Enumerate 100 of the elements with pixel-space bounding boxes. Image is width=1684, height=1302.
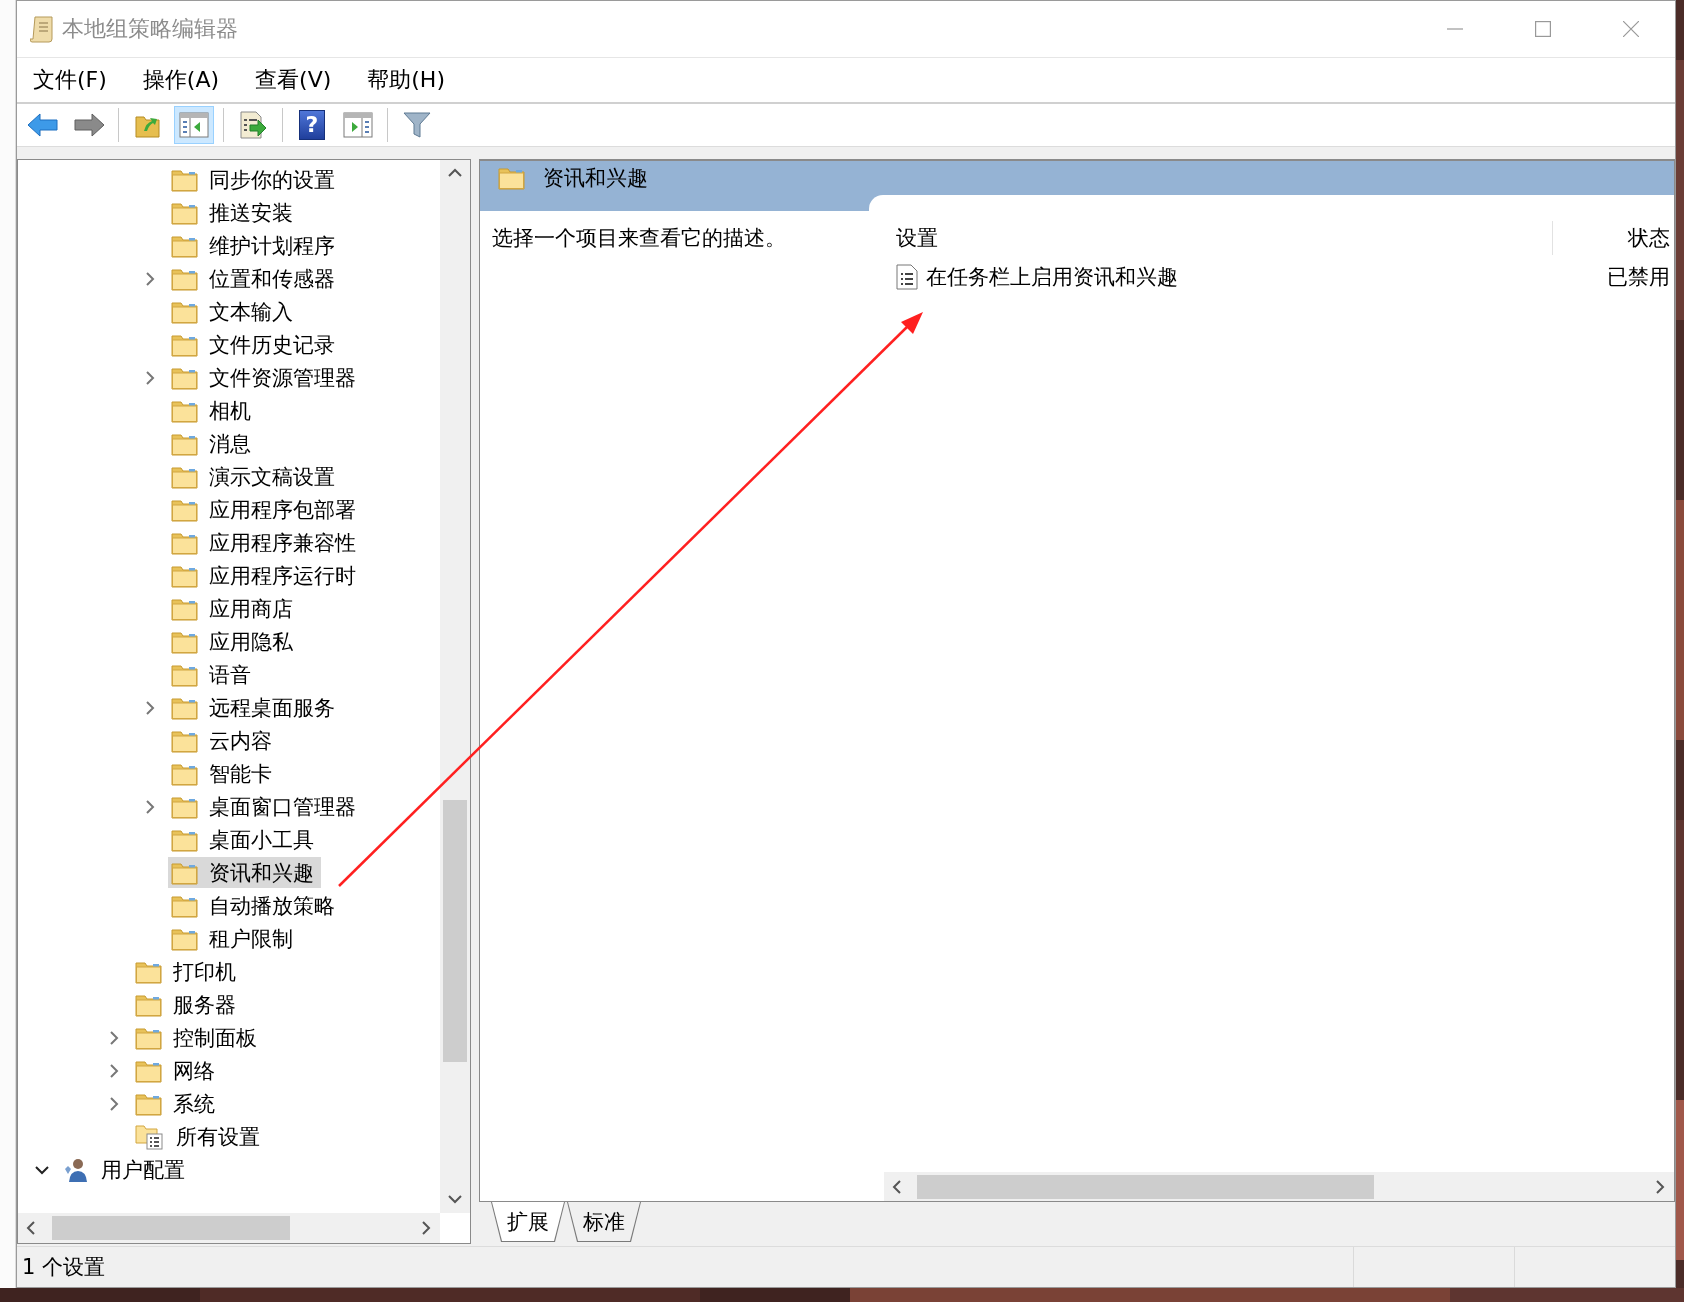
tree-item-label: 推送安装 <box>209 199 293 227</box>
menu-item[interactable]: 文件(F) <box>27 63 113 97</box>
folder-icon <box>171 596 198 621</box>
tree-item-label: 云内容 <box>209 727 272 755</box>
tree-item[interactable]: 云内容 <box>168 725 279 756</box>
tree-item-label: 文件资源管理器 <box>209 364 356 392</box>
folder-icon <box>171 629 198 654</box>
tree-item[interactable]: 应用程序包部署 <box>168 494 363 525</box>
tree-item[interactable]: 智能卡 <box>168 758 279 789</box>
tree-item-label: 网络 <box>173 1057 215 1085</box>
tree-item[interactable]: 推送安装 <box>168 197 300 228</box>
menu-item[interactable]: 帮助(H) <box>361 63 451 97</box>
tree-item[interactable]: 网络 <box>132 1055 222 1086</box>
filter-icon <box>403 111 431 139</box>
column-header[interactable]: 设置 <box>896 221 1552 255</box>
folder-icon <box>171 398 198 423</box>
tree-item[interactable]: 租户限制 <box>168 923 300 954</box>
folder-icon <box>171 794 198 819</box>
tree-item[interactable]: 用户配置 <box>60 1154 192 1185</box>
vertical-scrollbar[interactable] <box>440 160 470 1213</box>
tree-item[interactable]: 桌面小工具 <box>168 824 321 855</box>
tree-item-label: 文本输入 <box>209 298 293 326</box>
folder-icon <box>171 662 198 687</box>
tree-item-label: 应用程序包部署 <box>209 496 356 524</box>
scroll-icon <box>30 15 54 43</box>
tree-item-label: 应用商店 <box>209 595 293 623</box>
tree-item[interactable]: 所有设置 <box>132 1121 267 1152</box>
horizontal-scrollbar[interactable] <box>18 1213 440 1243</box>
folder-icon <box>135 1058 162 1083</box>
details-title: 资讯和兴趣 <box>543 165 648 191</box>
scroll-thumb[interactable] <box>443 800 467 1062</box>
tree-item[interactable]: 文本输入 <box>168 296 300 327</box>
setting-name[interactable]: 在任务栏上启用资讯和兴趣 <box>926 263 1178 291</box>
tree-item[interactable]: 演示文稿设置 <box>168 461 342 492</box>
status-text: 1 个设置 <box>21 1254 107 1281</box>
folder-icon <box>171 860 198 885</box>
tree-item-label: 智能卡 <box>209 760 272 788</box>
tree-item-label: 控制面板 <box>173 1024 257 1052</box>
menu-item[interactable]: 查看(V) <box>249 63 338 97</box>
tree-item-label: 用户配置 <box>101 1156 185 1184</box>
scroll-thumb[interactable] <box>917 1174 1374 1199</box>
menu-item[interactable]: 操作(A) <box>136 63 226 97</box>
tree-item-label: 服务器 <box>173 991 236 1019</box>
folder-icon <box>135 992 162 1017</box>
folder-icon <box>171 365 198 390</box>
tree-item[interactable]: 远程桌面服务 <box>168 692 342 723</box>
tree-item[interactable]: 系统 <box>132 1088 222 1119</box>
tree-item[interactable]: 相机 <box>168 395 258 426</box>
forward-arrow-icon <box>73 112 105 138</box>
folder-icon <box>171 695 198 720</box>
policy-icon <box>896 264 918 290</box>
tree-item-label: 位置和传感器 <box>209 265 335 293</box>
window-title: 本地组策略编辑器 <box>62 15 238 43</box>
tree-item[interactable]: 服务器 <box>132 989 243 1020</box>
tree-toggle-button[interactable] <box>174 106 214 144</box>
folder-icon <box>498 166 525 190</box>
folder-icon <box>171 266 198 291</box>
tree-item-label: 桌面小工具 <box>209 826 314 854</box>
tree-item[interactable]: 应用商店 <box>168 593 300 624</box>
tree-item-label: 远程桌面服务 <box>209 694 335 722</box>
tree-item[interactable]: 控制面板 <box>132 1022 264 1053</box>
scroll-thumb[interactable] <box>52 1216 290 1240</box>
folder-icon <box>171 332 198 357</box>
tree-item-label: 语音 <box>209 661 251 689</box>
folder-icon <box>135 959 162 984</box>
tree-item[interactable]: 自动播放策略 <box>168 890 342 921</box>
tree-item[interactable]: 应用隐私 <box>168 626 300 657</box>
action-pane-icon <box>343 112 373 138</box>
tree-item[interactable]: 文件历史记录 <box>168 329 342 360</box>
horizontal-scrollbar[interactable] <box>884 1172 1674 1201</box>
tree-item[interactable]: 文件资源管理器 <box>168 362 363 393</box>
tree-item-label: 消息 <box>209 430 251 458</box>
tree-item-label: 应用程序运行时 <box>209 562 356 590</box>
setting-state: 已禁用 <box>1606 264 1671 291</box>
description-text: 选择一个项目来查看它的描述。 <box>492 225 786 252</box>
tree-item[interactable]: 应用程序兼容性 <box>168 527 363 558</box>
tree-item-label: 系统 <box>173 1090 215 1118</box>
tree-item[interactable]: 位置和传感器 <box>168 263 342 294</box>
folder-icon <box>171 893 198 918</box>
tree-item[interactable]: 同步你的设置 <box>168 164 342 195</box>
tree-item[interactable]: 资讯和兴趣 <box>168 857 321 888</box>
tree-item-label: 同步你的设置 <box>209 166 335 194</box>
tree-item-label: 所有设置 <box>176 1123 260 1151</box>
tree-item-label: 应用隐私 <box>209 628 293 656</box>
tree-item[interactable]: 打印机 <box>132 956 243 987</box>
tree-item[interactable]: 应用程序运行时 <box>168 560 363 591</box>
tree-item-label: 自动播放策略 <box>209 892 335 920</box>
tree-item-label: 租户限制 <box>209 925 293 953</box>
view-tab[interactable]: 标准 <box>567 1202 641 1242</box>
folder-icon <box>171 200 198 225</box>
view-tab[interactable]: 扩展 <box>491 1202 565 1242</box>
tree-item-label: 相机 <box>209 397 251 425</box>
column-header[interactable]: 状态 <box>1552 221 1674 255</box>
tree-item-label: 应用程序兼容性 <box>209 529 356 557</box>
tree-item[interactable]: 语音 <box>168 659 258 690</box>
tree-item[interactable]: 桌面窗口管理器 <box>168 791 363 822</box>
folder-icon <box>171 530 198 555</box>
tree-item[interactable]: 消息 <box>168 428 258 459</box>
folder-icon <box>171 761 198 786</box>
tree-item[interactable]: 维护计划程序 <box>168 230 342 261</box>
